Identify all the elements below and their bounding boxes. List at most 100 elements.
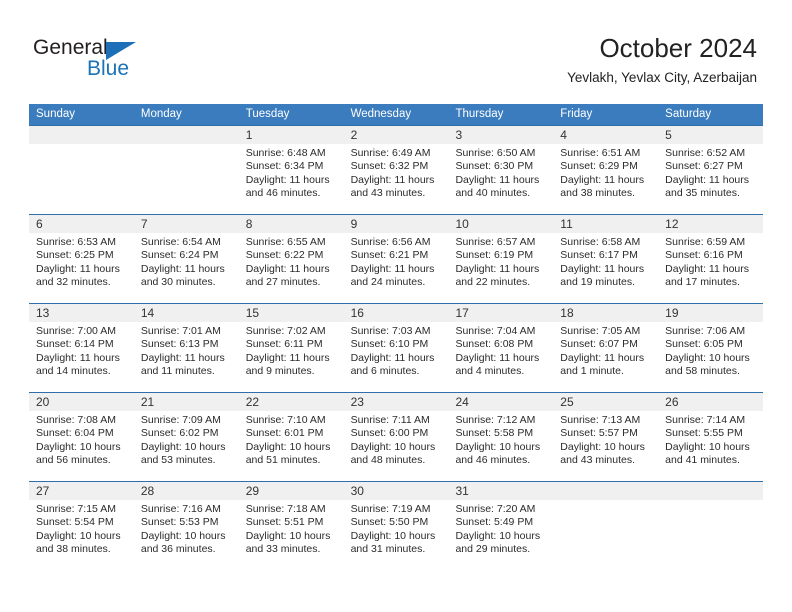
sunrise-text: Sunrise: 7:09 AM	[140, 414, 221, 426]
day-info: Sunrise: 6:51 AM Sunset: 6:29 PM Dayligh…	[553, 144, 658, 201]
daylight-text-line1: Daylight: 10 hours	[36, 529, 121, 542]
sunset-text: Sunset: 5:55 PM	[665, 427, 743, 440]
day-cell[interactable]: 13 Sunrise: 7:00 AM Sunset: 6:14 PM Dayl…	[29, 304, 134, 392]
sunrise-text: Sunrise: 6:53 AM	[36, 236, 116, 248]
day-cell[interactable]: 1 Sunrise: 6:48 AM Sunset: 6:34 PM Dayli…	[238, 126, 344, 214]
day-cell[interactable]: 26 Sunrise: 7:14 AM Sunset: 5:55 PM Dayl…	[658, 393, 764, 481]
daylight-text-line1: Daylight: 10 hours	[455, 529, 541, 542]
day-number: 29	[245, 484, 260, 498]
day-cell[interactable]: 3 Sunrise: 6:50 AM Sunset: 6:30 PM Dayli…	[448, 126, 554, 214]
daylight-text-line1: Daylight: 10 hours	[140, 529, 226, 542]
day-info: Sunrise: 7:04 AM Sunset: 6:08 PM Dayligh…	[448, 322, 553, 379]
daylight-text-line2: and 46 minutes.	[455, 454, 531, 467]
week-row: 6 Sunrise: 6:53 AM Sunset: 6:25 PM Dayli…	[29, 214, 764, 303]
page-header: General Blue October 2024 Yevlakh, Yevla…	[0, 0, 792, 103]
daylight-text-line2: and 35 minutes.	[665, 187, 740, 200]
day-cell[interactable]: 27 Sunrise: 7:15 AM Sunset: 5:54 PM Dayl…	[29, 482, 134, 570]
day-number: 19	[665, 306, 679, 320]
sunrise-text: Sunrise: 6:58 AM	[560, 236, 641, 248]
day-cell[interactable]: 10 Sunrise: 6:57 AM Sunset: 6:19 PM Dayl…	[448, 215, 554, 303]
day-cell[interactable]: 24 Sunrise: 7:12 AM Sunset: 5:58 PM Dayl…	[448, 393, 554, 481]
day-cell[interactable]: 23 Sunrise: 7:11 AM Sunset: 6:00 PM Dayl…	[343, 393, 449, 481]
day-info: Sunrise: 7:18 AM Sunset: 5:51 PM Dayligh…	[239, 500, 344, 557]
day-cell[interactable]: 4 Sunrise: 6:51 AM Sunset: 6:29 PM Dayli…	[553, 126, 659, 214]
day-cell[interactable]: 5 Sunrise: 6:52 AM Sunset: 6:27 PM Dayli…	[658, 126, 764, 214]
weekday-friday: Friday	[560, 108, 593, 120]
day-number: 28	[140, 484, 155, 498]
day-cell[interactable]: 30 Sunrise: 7:19 AM Sunset: 5:50 PM Dayl…	[343, 482, 449, 570]
sunset-text: Sunset: 6:13 PM	[140, 338, 219, 351]
day-cell[interactable]: 16 Sunrise: 7:03 AM Sunset: 6:10 PM Dayl…	[343, 304, 449, 392]
daylight-text-line2: and 14 minutes.	[36, 365, 111, 378]
weekday-saturday: Saturday	[665, 108, 712, 120]
sunset-text: Sunset: 6:17 PM	[560, 249, 638, 262]
sunrise-text: Sunrise: 7:08 AM	[36, 414, 116, 426]
daylight-text-line1: Daylight: 10 hours	[350, 440, 436, 453]
day-cell[interactable]: 31 Sunrise: 7:20 AM Sunset: 5:49 PM Dayl…	[448, 482, 554, 570]
day-cell[interactable]: 18 Sunrise: 7:05 AM Sunset: 6:07 PM Dayl…	[553, 304, 659, 392]
daylight-text-line2: and 31 minutes.	[350, 543, 426, 556]
day-info: Sunrise: 6:59 AM Sunset: 6:16 PM Dayligh…	[658, 233, 763, 290]
day-info: Sunrise: 6:50 AM Sunset: 6:30 PM Dayligh…	[448, 144, 553, 201]
day-cell[interactable]: 14 Sunrise: 7:01 AM Sunset: 6:13 PM Dayl…	[133, 304, 239, 392]
sunrise-text: Sunrise: 7:12 AM	[455, 414, 536, 426]
day-number: 12	[665, 217, 679, 231]
daylight-text-line1: Daylight: 11 hours	[560, 351, 645, 364]
day-cell[interactable]: 7 Sunrise: 6:54 AM Sunset: 6:24 PM Dayli…	[133, 215, 239, 303]
day-number: 31	[455, 484, 469, 498]
weekday-sunday: Sunday	[36, 108, 76, 120]
sunset-text: Sunset: 6:02 PM	[140, 427, 219, 440]
sunrise-text: Sunrise: 7:19 AM	[350, 503, 431, 515]
day-cell[interactable]: 12 Sunrise: 6:59 AM Sunset: 6:16 PM Dayl…	[658, 215, 764, 303]
day-info: Sunrise: 6:57 AM Sunset: 6:19 PM Dayligh…	[448, 233, 553, 290]
logo-word-blue: Blue	[87, 57, 130, 80]
day-cell[interactable]: 25 Sunrise: 7:13 AM Sunset: 5:57 PM Dayl…	[553, 393, 659, 481]
day-info: Sunrise: 6:55 AM Sunset: 6:22 PM Dayligh…	[239, 233, 344, 290]
day-cell[interactable]: 9 Sunrise: 6:56 AM Sunset: 6:21 PM Dayli…	[343, 215, 449, 303]
sunset-text: Sunset: 5:54 PM	[36, 516, 114, 529]
daylight-text-line1: Daylight: 11 hours	[36, 351, 120, 364]
daylight-text-line1: Daylight: 11 hours	[665, 262, 750, 275]
sunrise-text: Sunrise: 6:48 AM	[245, 147, 326, 159]
day-info: Sunrise: 6:48 AM Sunset: 6:34 PM Dayligh…	[239, 144, 344, 201]
day-number: 10	[455, 217, 469, 231]
day-cell[interactable]: 28 Sunrise: 7:16 AM Sunset: 5:53 PM Dayl…	[133, 482, 239, 570]
sunrise-text: Sunrise: 6:49 AM	[350, 147, 431, 159]
day-cell[interactable]: 15 Sunrise: 7:02 AM Sunset: 6:11 PM Dayl…	[238, 304, 344, 392]
sunset-text: Sunset: 6:07 PM	[560, 338, 638, 351]
day-cell[interactable]: 29 Sunrise: 7:18 AM Sunset: 5:51 PM Dayl…	[238, 482, 344, 570]
day-cell[interactable]: 21 Sunrise: 7:09 AM Sunset: 6:02 PM Dayl…	[133, 393, 239, 481]
daylight-text-line2: and 38 minutes.	[36, 543, 111, 556]
sunrise-text: Sunrise: 7:16 AM	[140, 503, 221, 515]
day-number: 3	[455, 128, 463, 142]
day-cell[interactable]: 2 Sunrise: 6:49 AM Sunset: 6:32 PM Dayli…	[343, 126, 449, 214]
day-cell[interactable]: 11 Sunrise: 6:58 AM Sunset: 6:17 PM Dayl…	[553, 215, 659, 303]
sunset-text: Sunset: 6:05 PM	[665, 338, 743, 351]
sunset-text: Sunset: 5:51 PM	[245, 516, 324, 529]
sunset-text: Sunset: 6:21 PM	[350, 249, 429, 262]
sunrise-text: Sunrise: 6:52 AM	[665, 147, 746, 159]
day-info: Sunrise: 7:19 AM Sunset: 5:50 PM Dayligh…	[344, 500, 449, 557]
weekday-wednesday: Wednesday	[350, 108, 412, 120]
weekday-monday: Monday	[140, 108, 182, 120]
day-cell[interactable]: 22 Sunrise: 7:10 AM Sunset: 6:01 PM Dayl…	[238, 393, 344, 481]
sunrise-text: Sunrise: 7:00 AM	[36, 325, 116, 337]
sunrise-text: Sunrise: 7:03 AM	[350, 325, 431, 337]
day-number: 23	[350, 395, 364, 409]
sunrise-text: Sunrise: 6:54 AM	[140, 236, 221, 248]
general-blue-logo[interactable]: General Blue	[33, 36, 153, 84]
calendar-grid: Sunday Monday Tuesday Wednesday Thursday…	[29, 104, 764, 570]
day-cell[interactable]: 19 Sunrise: 7:06 AM Sunset: 6:05 PM Dayl…	[658, 304, 764, 392]
day-cell[interactable]: 20 Sunrise: 7:08 AM Sunset: 6:04 PM Dayl…	[29, 393, 134, 481]
daylight-text-line1: Daylight: 11 hours	[560, 262, 645, 275]
day-number: 26	[665, 395, 679, 409]
calendar-page: General Blue October 2024 Yevlakh, Yevla…	[0, 0, 792, 612]
day-number: 21	[140, 395, 155, 409]
day-cell[interactable]: 6 Sunrise: 6:53 AM Sunset: 6:25 PM Dayli…	[29, 215, 134, 303]
week-row: 1 Sunrise: 6:48 AM Sunset: 6:34 PM Dayli…	[29, 125, 764, 214]
sunrise-text: Sunrise: 7:14 AM	[665, 414, 746, 426]
day-cell[interactable]: 17 Sunrise: 7:04 AM Sunset: 6:08 PM Dayl…	[448, 304, 554, 392]
day-cell[interactable]: 8 Sunrise: 6:55 AM Sunset: 6:22 PM Dayli…	[238, 215, 344, 303]
day-info: Sunrise: 7:05 AM Sunset: 6:07 PM Dayligh…	[553, 322, 658, 379]
daylight-text-line1: Daylight: 10 hours	[245, 440, 331, 453]
